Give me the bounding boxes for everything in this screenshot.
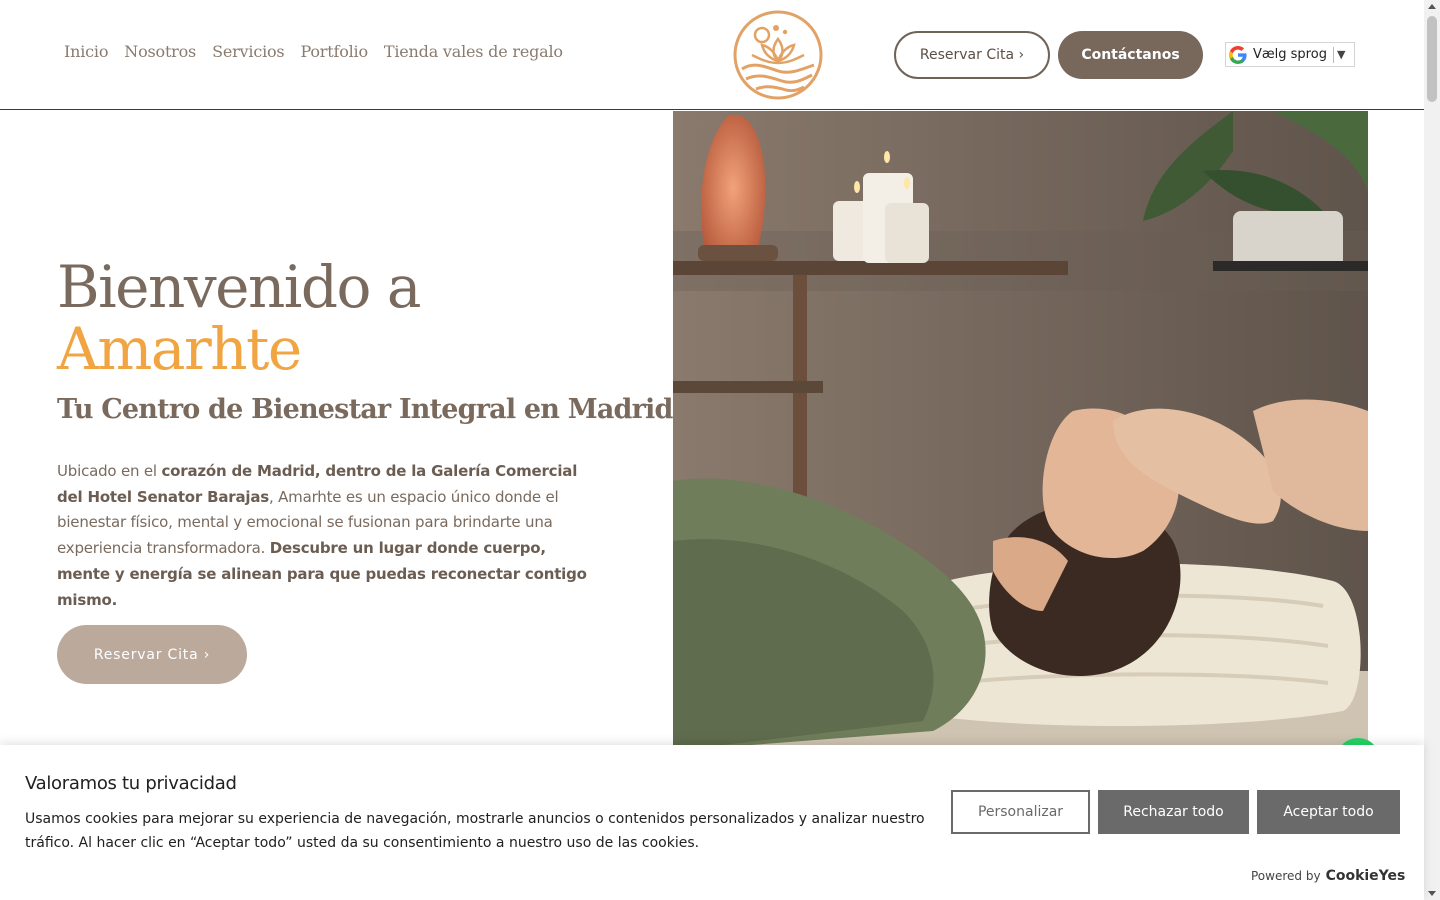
amarhte-logo[interactable] <box>732 9 824 101</box>
page-scrollbar[interactable] <box>1424 0 1440 900</box>
main-nav: Inicio Nosotros Servicios Portfolio Tien… <box>64 42 563 61</box>
cookie-consent-banner: Valoramos tu privacidad Usamos cookies p… <box>0 745 1424 900</box>
hero-massage-image <box>673 111 1368 751</box>
cookie-title: Valoramos tu privacidad <box>25 773 237 794</box>
language-selector-label: Vælg sprog <box>1253 47 1327 62</box>
hero-text-part: Ubicado en el <box>57 462 162 480</box>
hero-title-line1: Bienvenido a <box>57 253 421 321</box>
cookie-accept-all-button[interactable]: Aceptar todo <box>1257 790 1400 834</box>
nav-item-inicio[interactable]: Inicio <box>64 42 108 61</box>
hero-description: Ubicado en el corazón de Madrid, dentro … <box>57 459 587 613</box>
divider <box>1332 46 1334 63</box>
contact-button[interactable]: Contáctanos <box>1058 31 1203 79</box>
cookie-reject-all-button[interactable]: Rechazar todo <box>1098 790 1249 834</box>
google-icon <box>1229 45 1247 64</box>
nav-item-servicios[interactable]: Servicios <box>212 42 285 61</box>
hero-title: Bienvenido a Amarhte <box>57 253 421 383</box>
cookieyes-logo: CookieYes <box>1325 868 1406 884</box>
scroll-down-icon[interactable] <box>1428 891 1436 896</box>
site-header: Inicio Nosotros Servicios Portfolio Tien… <box>0 0 1424 110</box>
cookie-customize-button[interactable]: Personalizar <box>951 790 1090 834</box>
scrollbar-thumb[interactable] <box>1427 16 1437 102</box>
nav-item-nosotros[interactable]: Nosotros <box>124 42 196 61</box>
cookie-description: Usamos cookies para mejorar su experienc… <box>25 811 925 851</box>
scroll-up-icon[interactable] <box>1428 4 1436 9</box>
powered-by-cookieyes[interactable]: Powered by CookieYes <box>1251 868 1405 884</box>
hero-book-button[interactable]: Reservar Cita › <box>57 625 247 684</box>
language-selector[interactable]: Vælg sprog ▼ <box>1225 42 1355 67</box>
nav-item-tienda-vales[interactable]: Tienda vales de regalo <box>384 42 563 61</box>
chevron-down-icon: ▼ <box>1336 48 1346 61</box>
book-appointment-button[interactable]: Reservar Cita › <box>894 31 1050 79</box>
hero-subtitle: Tu Centro de Bienestar Integral en Madri… <box>57 394 673 425</box>
powered-by-label: Powered by <box>1251 869 1321 883</box>
hero-title-brand: Amarhte <box>57 315 302 383</box>
nav-item-portfolio[interactable]: Portfolio <box>300 42 368 61</box>
